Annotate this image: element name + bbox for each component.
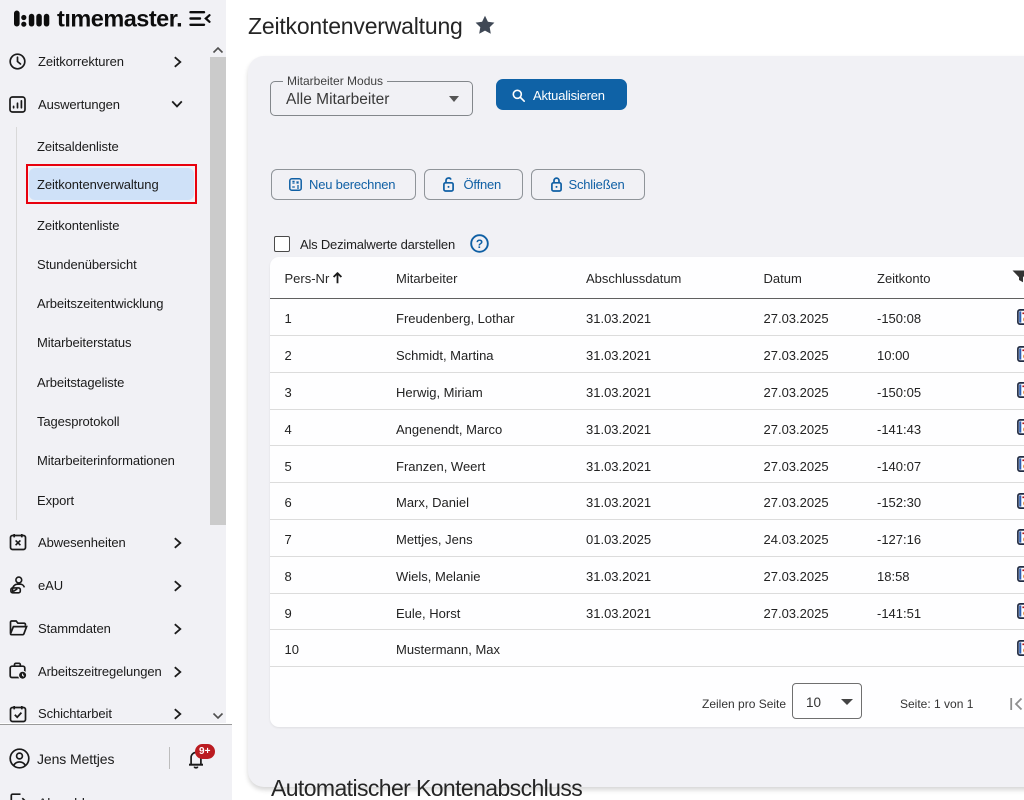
- svg-text:tımemaster.: tımemaster.: [57, 9, 182, 31]
- svg-text:?: ?: [476, 237, 483, 251]
